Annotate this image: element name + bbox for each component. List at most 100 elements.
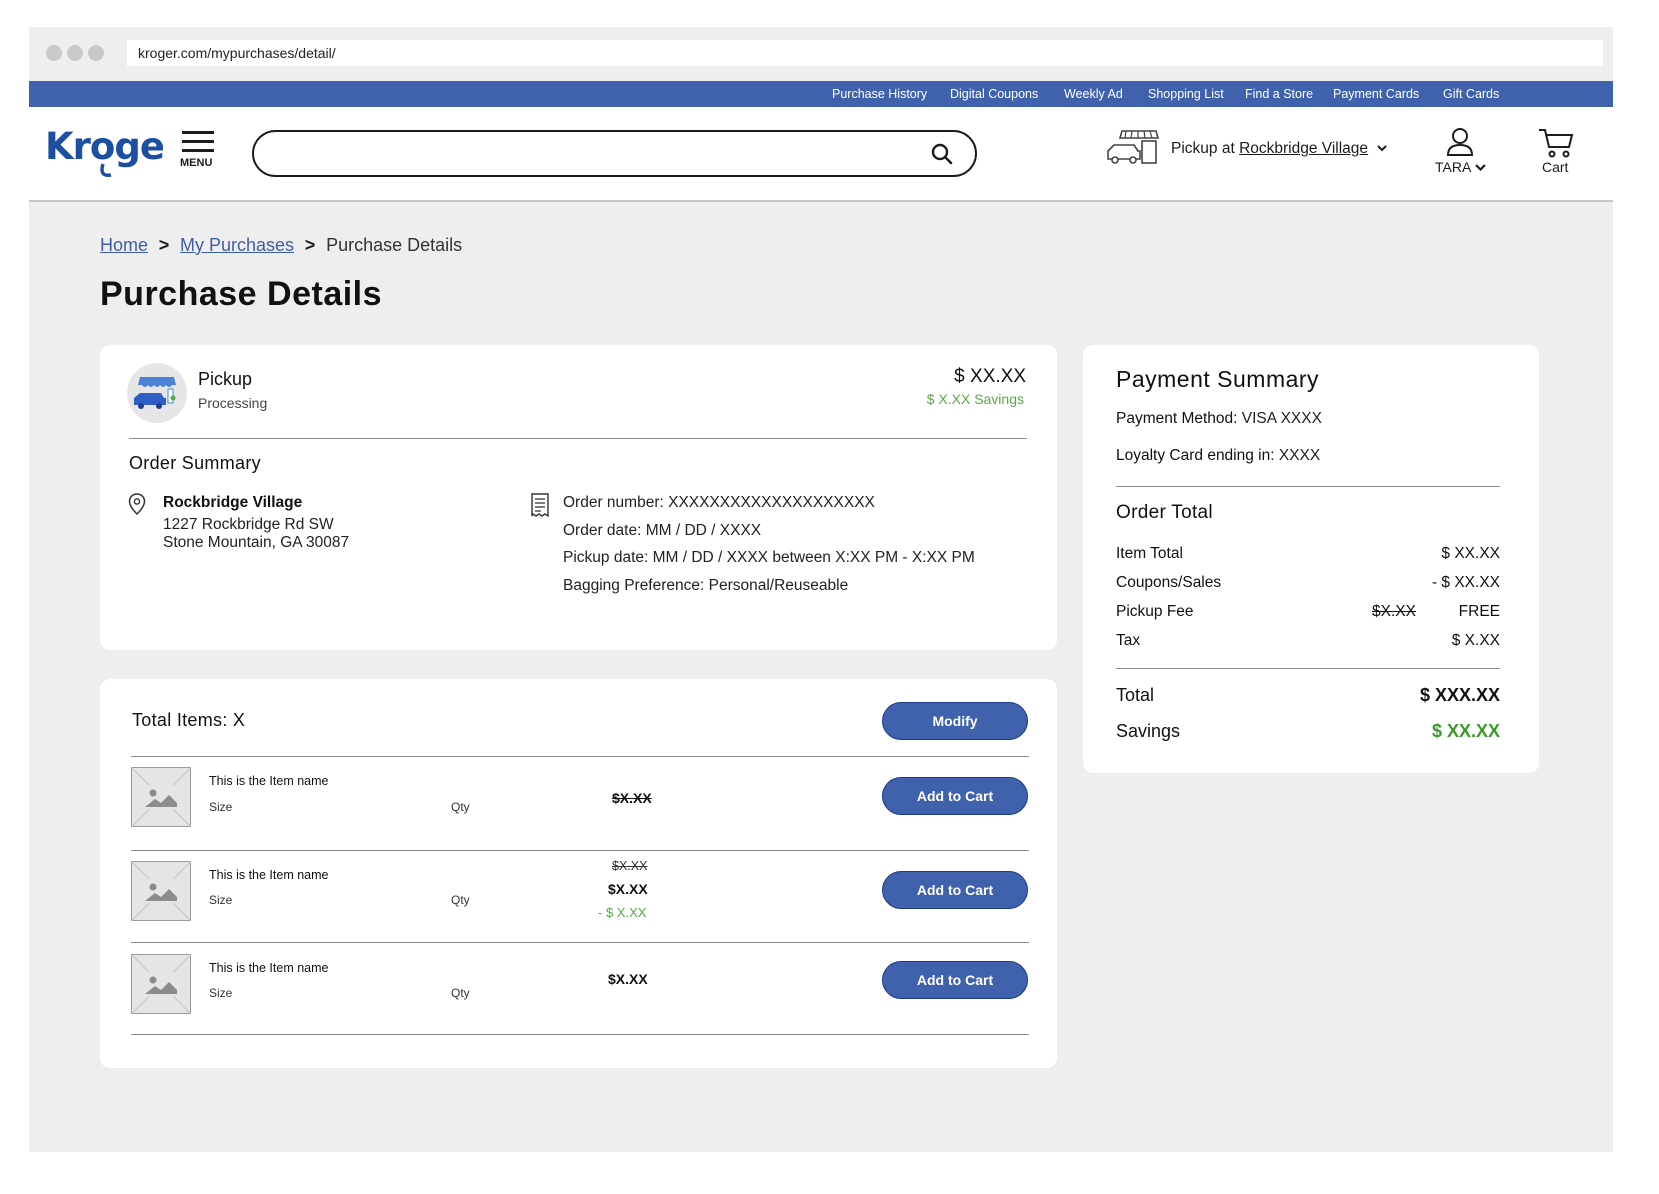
- window-minimize-dot[interactable]: [67, 45, 83, 61]
- cart-label: Cart: [1542, 159, 1569, 175]
- total-items: Total Items: X: [132, 710, 246, 730]
- add-to-cart-button[interactable]: Add to Cart: [882, 871, 1028, 909]
- search-input[interactable]: [252, 130, 977, 177]
- order-total-title: Order Total: [1116, 502, 1213, 523]
- site-header: Kroger MENU Pickup at Rockbridge Village: [29, 107, 1613, 202]
- order-savings: $ X.XX Savings: [926, 391, 1024, 407]
- total-value: $ XXX.XX: [1419, 685, 1500, 705]
- item-name: This is the Item name: [209, 774, 329, 788]
- store-address-line2: Stone Mountain, GA 30087: [163, 534, 350, 551]
- breadcrumb: Home > My Purchases > Purchase Details: [100, 235, 462, 256]
- nav-weekly-ad[interactable]: Weekly Ad: [1064, 81, 1123, 107]
- nav-shopping-list[interactable]: Shopping List: [1148, 81, 1224, 107]
- item-total-value: $ XX.XX: [1441, 545, 1500, 562]
- order-date-value: MM / DD / XXXX: [641, 522, 762, 539]
- nav-purchase-history[interactable]: Purchase History: [832, 81, 927, 107]
- nav-find-a-store[interactable]: Find a Store: [1245, 81, 1313, 107]
- item-total-label: Item Total: [1116, 545, 1183, 562]
- breadcrumb-my-purchases[interactable]: My Purchases: [180, 235, 294, 255]
- address-bar[interactable]: kroger.com/mypurchases/detail/: [127, 40, 1603, 66]
- item-discount: - $ X.XX: [598, 905, 647, 920]
- divider: [131, 1034, 1029, 1035]
- order-date: Order date: MM / DD / XXXX: [563, 522, 761, 540]
- browser-chrome: kroger.com/mypurchases/detail/: [29, 27, 1613, 81]
- chevron-right-icon: >: [304, 235, 316, 255]
- divider: [129, 438, 1027, 439]
- pickup-truck-icon: [127, 363, 187, 423]
- item-price: $X.XX: [608, 971, 648, 987]
- hamburger-icon: [182, 131, 214, 134]
- item-name: This is the Item name: [209, 868, 329, 882]
- savings-value: $ XX.XX: [1431, 721, 1500, 741]
- order-summary-card: Pickup Processing $ XX.XX $ X.XX Savings…: [100, 345, 1057, 650]
- tax-label: Tax: [1116, 632, 1141, 649]
- order-number: Order number: XXXXXXXXXXXXXXXXXXXX: [563, 494, 875, 512]
- cart-button[interactable]: Cart: [1532, 127, 1582, 179]
- user-name-text: TARA: [1435, 159, 1471, 175]
- item-name: This is the Item name: [209, 961, 329, 975]
- loyalty-card-label: Loyalty Card ending in:: [1116, 447, 1275, 464]
- nav-digital-coupons[interactable]: Digital Coupons: [950, 81, 1038, 107]
- item-size: Size: [209, 893, 233, 907]
- nav-payment-cards[interactable]: Payment Cards: [1333, 81, 1419, 107]
- order-number-label: Order number:: [563, 494, 664, 511]
- add-to-cart-button[interactable]: Add to Cart: [882, 777, 1028, 815]
- items-card: Total Items: X Modify This is the Item n…: [100, 679, 1057, 1068]
- chevron-down-icon: [1377, 145, 1388, 152]
- total-label: Total: [1116, 685, 1155, 705]
- account-menu[interactable]: TARA: [1433, 127, 1493, 179]
- order-number-value: XXXXXXXXXXXXXXXXXXXX: [663, 494, 875, 511]
- utility-nav: Purchase History Digital Coupons Weekly …: [29, 81, 1613, 107]
- loyalty-card: Loyalty Card ending in: XXXX: [1116, 447, 1320, 465]
- breadcrumb-home[interactable]: Home: [100, 235, 148, 255]
- image-placeholder-icon: [131, 767, 191, 827]
- kroger-logo[interactable]: Kroger: [45, 119, 163, 179]
- image-placeholder-icon: [131, 861, 191, 921]
- pickup-fee-original: $X.XX: [1372, 603, 1416, 620]
- bagging-preference: Bagging Preference: Personal/Reuseable: [563, 577, 848, 595]
- pickup-store-icon: [1107, 130, 1160, 164]
- coupons-label: Coupons/Sales: [1116, 574, 1222, 591]
- order-date-label: Order date:: [563, 522, 642, 539]
- window-maximize-dot[interactable]: [88, 45, 104, 61]
- svg-text:Kroger: Kroger: [45, 125, 163, 168]
- user-name: TARA: [1435, 159, 1487, 175]
- menu-label: MENU: [180, 157, 213, 169]
- payment-method-label: Payment Method:: [1116, 410, 1238, 427]
- breadcrumb-current: Purchase Details: [326, 235, 463, 255]
- pickup-store-name[interactable]: Rockbridge Village: [1239, 140, 1368, 157]
- hamburger-icon-bar: [182, 149, 214, 152]
- payment-summary-card: Payment Summary Payment Method: VISA XXX…: [1083, 345, 1539, 773]
- item-qty: Qty: [451, 893, 470, 907]
- pickup-store-selector[interactable]: Pickup at Rockbridge Village: [1171, 140, 1388, 158]
- divider: [1116, 486, 1500, 487]
- modify-button[interactable]: Modify: [882, 702, 1028, 740]
- pickup-date: Pickup date: MM / DD / XXXX between X:XX…: [563, 549, 975, 567]
- store-name: Rockbridge Village: [163, 494, 303, 511]
- payment-summary-title: Payment Summary: [1116, 366, 1320, 392]
- divider: [131, 756, 1029, 757]
- item-price: $X.XX: [608, 881, 648, 897]
- search-icon[interactable]: [931, 143, 953, 165]
- coupons-value: - $ XX.XX: [1431, 574, 1500, 591]
- item-price-original: $X.XX: [612, 790, 652, 806]
- window-close-dot[interactable]: [46, 45, 62, 61]
- add-to-cart-button[interactable]: Add to Cart: [882, 961, 1028, 999]
- image-placeholder-icon: [131, 954, 191, 1014]
- payment-method: Payment Method: VISA XXXX: [1116, 410, 1322, 428]
- order-summary-title: Order Summary: [129, 453, 261, 473]
- location-pin-icon: [128, 493, 146, 515]
- item-qty: Qty: [451, 986, 470, 1000]
- chevron-right-icon: >: [158, 235, 170, 255]
- hamburger-icon-bar: [182, 140, 214, 143]
- pickup-fee-label: Pickup Fee: [1116, 603, 1194, 620]
- order-type: Pickup: [198, 369, 253, 389]
- page-title: Purchase Details: [100, 275, 383, 313]
- pickup-date-label: Pickup date:: [563, 549, 649, 566]
- item-size: Size: [209, 800, 233, 814]
- item-qty: Qty: [451, 800, 470, 814]
- divider: [1116, 668, 1500, 669]
- item-price-original: $X.XX: [612, 859, 648, 873]
- menu-button[interactable]: MENU: [180, 129, 218, 169]
- nav-gift-cards[interactable]: Gift Cards: [1443, 81, 1499, 107]
